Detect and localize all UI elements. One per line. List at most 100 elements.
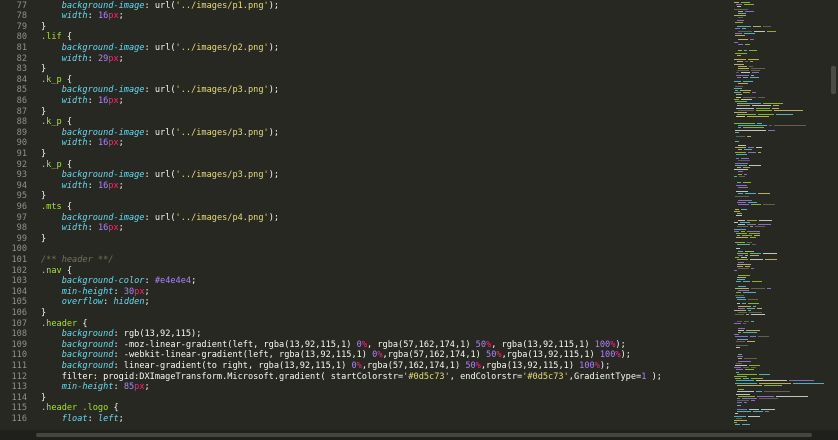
code-line[interactable]: 105 overflow: hidden;	[0, 297, 724, 308]
code-token: px	[108, 11, 119, 22]
code-line[interactable]: 104 min-height: 30px;	[0, 287, 724, 298]
code-line[interactable]: 107 .header {	[0, 319, 724, 330]
code-line[interactable]: 103 background-color: #e4e4e4;	[0, 276, 724, 287]
code-line[interactable]: 110 background: -webkit-linear-gradient(…	[0, 350, 724, 361]
code-line[interactable]: 109 background: -moz-linear-gradient(lef…	[0, 340, 724, 351]
code-line[interactable]: 95}	[0, 191, 724, 202]
code-line[interactable]: 90 width: 16px;	[0, 138, 724, 149]
code-token: '#0d5c73'	[522, 371, 569, 382]
minimap-line	[757, 307, 762, 309]
minimap-line	[738, 160, 750, 162]
code-token: ;	[118, 53, 124, 64]
code-line[interactable]: 79}	[0, 22, 724, 33]
code-line[interactable]: 115 .header .logo {	[0, 403, 724, 414]
code-line[interactable]: 78 width: 16px;	[0, 11, 724, 22]
code-line[interactable]: 114}	[0, 393, 724, 404]
line-number: 88	[16, 117, 27, 128]
minimap-line	[737, 61, 743, 63]
code-token: filter: progid:DXImageTransform.Microsof…	[41, 371, 404, 382]
code-token: px	[108, 95, 119, 106]
code-line[interactable]: 100	[0, 244, 724, 255]
vertical-scrollbar-thumb[interactable]	[831, 66, 836, 94]
minimap[interactable]	[728, 0, 828, 430]
minimap-line	[751, 314, 765, 316]
minimap-line	[738, 290, 749, 292]
code-token: 85	[123, 382, 135, 393]
code-token: ,GradientType=	[568, 371, 642, 382]
code-line[interactable]: 80 .lif {	[0, 32, 724, 43]
minimap-line	[793, 382, 824, 384]
code-token: width	[61, 138, 88, 149]
code-editor[interactable]: 77 background-image: url('../images/p1.p…	[0, 0, 724, 430]
minimap-line	[742, 28, 746, 30]
minimap-line	[736, 371, 739, 373]
minimap-line	[737, 299, 746, 300]
code-line[interactable]: 101 /** header **/	[0, 255, 724, 266]
code-line[interactable]: 97 background-image: url('../images/p4.p…	[0, 213, 724, 224]
code-token: px	[134, 286, 145, 297]
minimap-line	[759, 398, 778, 399]
code-line[interactable]: 89 background-image: url('../images/p3.p…	[0, 128, 724, 139]
minimap-line	[768, 129, 775, 131]
minimap-line	[735, 288, 749, 289]
code-line[interactable]: 93 background-image: url('../images/p3.p…	[0, 170, 724, 181]
code-token: : url(	[144, 42, 176, 53]
minimap-line	[752, 244, 756, 245]
code-line[interactable]: 112 filter: progid:DXImageTransform.Micr…	[0, 372, 724, 383]
code-line[interactable]: 92 .k_p {	[0, 160, 724, 171]
code-token: hidden	[113, 297, 145, 308]
minimap-line	[756, 107, 770, 109]
code-line[interactable]: 85 background-image: url('../images/p3.p…	[0, 85, 724, 96]
minimap-line	[736, 136, 745, 138]
code-text: }	[41, 107, 46, 118]
minimap-line	[747, 340, 755, 342]
code-line[interactable]: 98 width: 16px;	[0, 223, 724, 234]
code-line[interactable]: 81 background-image: url('../images/p2.p…	[0, 43, 724, 54]
line-number: 111	[11, 360, 27, 371]
minimap-line	[736, 292, 741, 294]
code-line[interactable]: 108 background: rgb(13,92,115);	[0, 329, 724, 340]
code-line[interactable]: 102 .nav {	[0, 266, 724, 277]
code-token: :	[113, 286, 124, 297]
code-line[interactable]: 86 width: 16px;	[0, 96, 724, 107]
code-line[interactable]: 96 .mts {	[0, 202, 724, 213]
code-line[interactable]: 88 .k_p {	[0, 117, 724, 128]
minimap-line	[756, 391, 762, 393]
code-line[interactable]: 82 width: 29px;	[0, 54, 724, 65]
code-token: 50	[465, 360, 476, 371]
code-text: .mts {	[41, 202, 72, 213]
minimap-line	[741, 98, 752, 100]
minimap-line	[738, 274, 750, 276]
minimap-line	[737, 409, 747, 410]
minimap-line	[756, 380, 787, 382]
code-token: );	[615, 339, 626, 350]
code-line[interactable]: 111 background: linear-gradient(to right…	[0, 361, 724, 372]
code-line[interactable]: 91}	[0, 149, 724, 160]
line-number: 78	[16, 11, 27, 22]
minimap-line	[737, 321, 742, 322]
minimap-line	[734, 41, 738, 43]
code-line[interactable]: 106}	[0, 308, 724, 319]
code-token: 16	[97, 180, 109, 191]
code-line[interactable]: 116 float: left;	[0, 414, 724, 425]
minimap-line	[734, 2, 739, 3]
minimap-line	[734, 123, 755, 124]
vertical-scrollbar[interactable]	[829, 0, 838, 430]
code-token: ,rgba(13,92,115,1)	[480, 360, 580, 371]
minimap-line	[743, 127, 764, 129]
minimap-line	[746, 329, 760, 331]
code-token: 16	[97, 95, 109, 106]
code-line[interactable]: 84 .k_p {	[0, 75, 724, 86]
minimap-line	[751, 367, 756, 369]
minimap-line	[736, 345, 748, 347]
code-line[interactable]: 113 min-height: 85px;	[0, 382, 724, 393]
code-line[interactable]: 83}	[0, 64, 724, 75]
code-token: width	[61, 180, 88, 191]
code-line[interactable]: 94 width: 16px;	[0, 181, 724, 192]
minimap-line	[765, 411, 769, 413]
code-line[interactable]: 77 background-image: url('../images/p1.p…	[0, 1, 724, 12]
code-line[interactable]: 99}	[0, 234, 724, 245]
horizontal-scrollbar-thumb[interactable]	[36, 433, 812, 437]
code-line[interactable]: 87}	[0, 107, 724, 118]
code-token: :	[87, 138, 98, 149]
